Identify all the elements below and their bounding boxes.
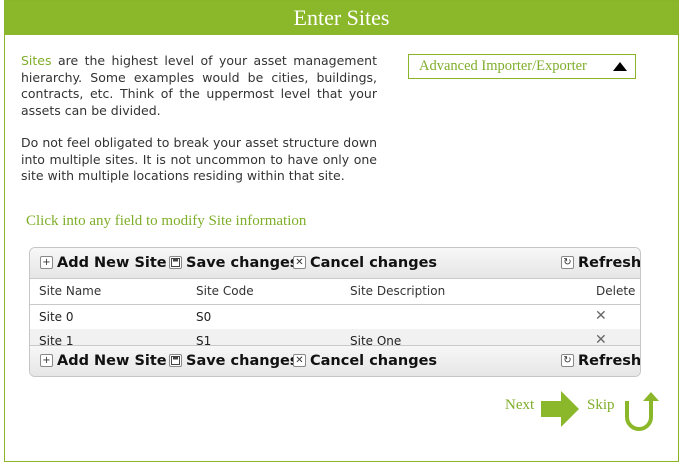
intro-text: Sites are the highest level of your asse… [21,53,377,201]
save-changes-button[interactable]: Save changes [169,254,298,272]
refresh-button[interactable]: ↻ Refresh [561,352,641,370]
close-icon: ✕ [293,354,306,367]
refresh-button[interactable]: ↻ Refresh [561,254,641,272]
cancel-changes-label: Cancel changes [310,255,438,271]
grid-column-headers: Site Name Site Code Site Description Del… [30,279,640,305]
intro-paragraph-1: Sites are the highest level of your asse… [21,53,377,119]
site-code-cell[interactable]: S0 [196,310,211,324]
grid-toolbar-top: + Add New Site Save changes ✕ Cancel chang… [30,248,640,279]
refresh-icon: ↻ [561,354,574,367]
skip-label: Skip [587,397,615,413]
cancel-changes-button[interactable]: ✕ Cancel changes [293,254,437,272]
add-new-site-label: Add New Site [57,255,167,271]
intro-paragraph-2: Do not feel obligated to break your asse… [21,135,377,183]
advanced-importer-toggle[interactable]: Advanced Importer/Exporter [408,54,636,79]
table-row: Site 0 S0 ✕ [30,305,640,329]
add-new-site-button[interactable]: + Add New Site [40,352,167,370]
save-changes-label: Save changes [186,353,299,369]
sites-grid: + Add New Site Save changes ✕ Cancel chang… [29,247,641,377]
delete-icon[interactable]: ✕ [595,309,607,323]
refresh-label: Refresh [578,255,641,271]
plus-icon: + [40,354,53,367]
next-button[interactable]: Next [505,397,534,414]
column-header-site-description[interactable]: Site Description [350,284,445,298]
site-name-cell[interactable]: Site 0 [39,310,74,324]
enter-sites-panel: Enter Sites Sites are the highest level … [4,0,679,462]
page-title: Enter Sites [5,1,678,35]
sites-highlight: Sites [21,53,52,68]
save-changes-label: Save changes [186,255,299,271]
next-label: Next [505,397,535,413]
skip-button[interactable]: Skip [587,397,615,414]
add-new-site-button[interactable]: + Add New Site [40,254,167,272]
skip-u-turn-icon[interactable] [619,391,659,433]
close-icon: ✕ [293,256,306,269]
refresh-icon: ↻ [561,256,574,269]
triangle-up-icon [613,62,627,71]
instruction-text: Click into any field to modify Site info… [26,213,307,229]
column-header-site-name[interactable]: Site Name [39,284,101,298]
arrow-right-icon[interactable] [541,391,581,427]
save-changes-button[interactable]: Save changes [169,352,298,370]
cancel-changes-label: Cancel changes [310,353,438,369]
refresh-label: Refresh [578,353,641,369]
save-icon [169,256,182,269]
add-new-site-label: Add New Site [57,353,167,369]
advanced-importer-label: Advanced Importer/Exporter [419,58,587,74]
grid-toolbar-bottom: + Add New Site Save changes ✕ Cancel chang… [30,345,640,376]
intro-paragraph-1-text: are the highest level of your asset mana… [21,53,377,118]
cancel-changes-button[interactable]: ✕ Cancel changes [293,352,437,370]
plus-icon: + [40,256,53,269]
column-header-site-code[interactable]: Site Code [196,284,254,298]
save-icon [169,354,182,367]
column-header-delete: Delete [596,284,636,298]
